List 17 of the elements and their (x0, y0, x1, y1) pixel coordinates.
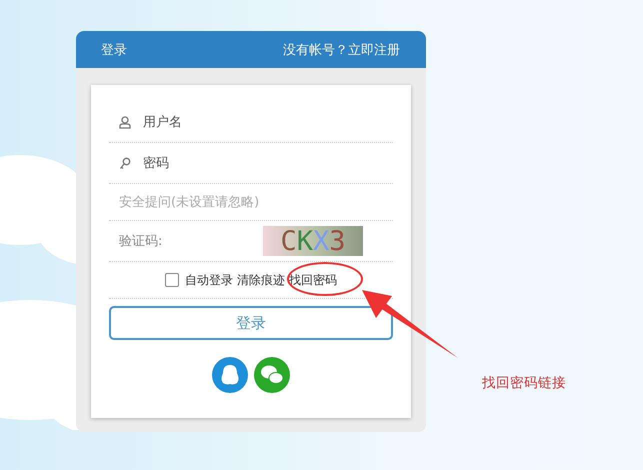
username-field[interactable]: 用户名 (141, 114, 365, 131)
login-button[interactable]: 登录 (109, 306, 393, 340)
password-field[interactable]: 密码 (141, 154, 365, 172)
form-link[interactable]: 清除痕迹 (237, 272, 285, 288)
captcha-label: 验证码: (119, 233, 162, 250)
captcha-image[interactable]: CKX3 (263, 226, 363, 256)
auto-login-checkbox[interactable] (165, 273, 179, 287)
auto-login-label[interactable]: 自动登录 (185, 272, 233, 288)
key-icon (119, 156, 131, 170)
penguin-icon[interactable] (212, 357, 248, 393)
form-link[interactable]: 找回密码 (289, 272, 337, 288)
login-title: 登录 (101, 42, 127, 58)
annotation-label: 找回密码链接 (482, 374, 566, 392)
user-icon (119, 116, 131, 129)
chat-bubbles-icon[interactable] (254, 357, 290, 393)
register-link[interactable]: 没有帐号？立即注册 (283, 40, 400, 58)
security-question-select[interactable]: 安全提问(未设置请忽略) (119, 193, 260, 211)
